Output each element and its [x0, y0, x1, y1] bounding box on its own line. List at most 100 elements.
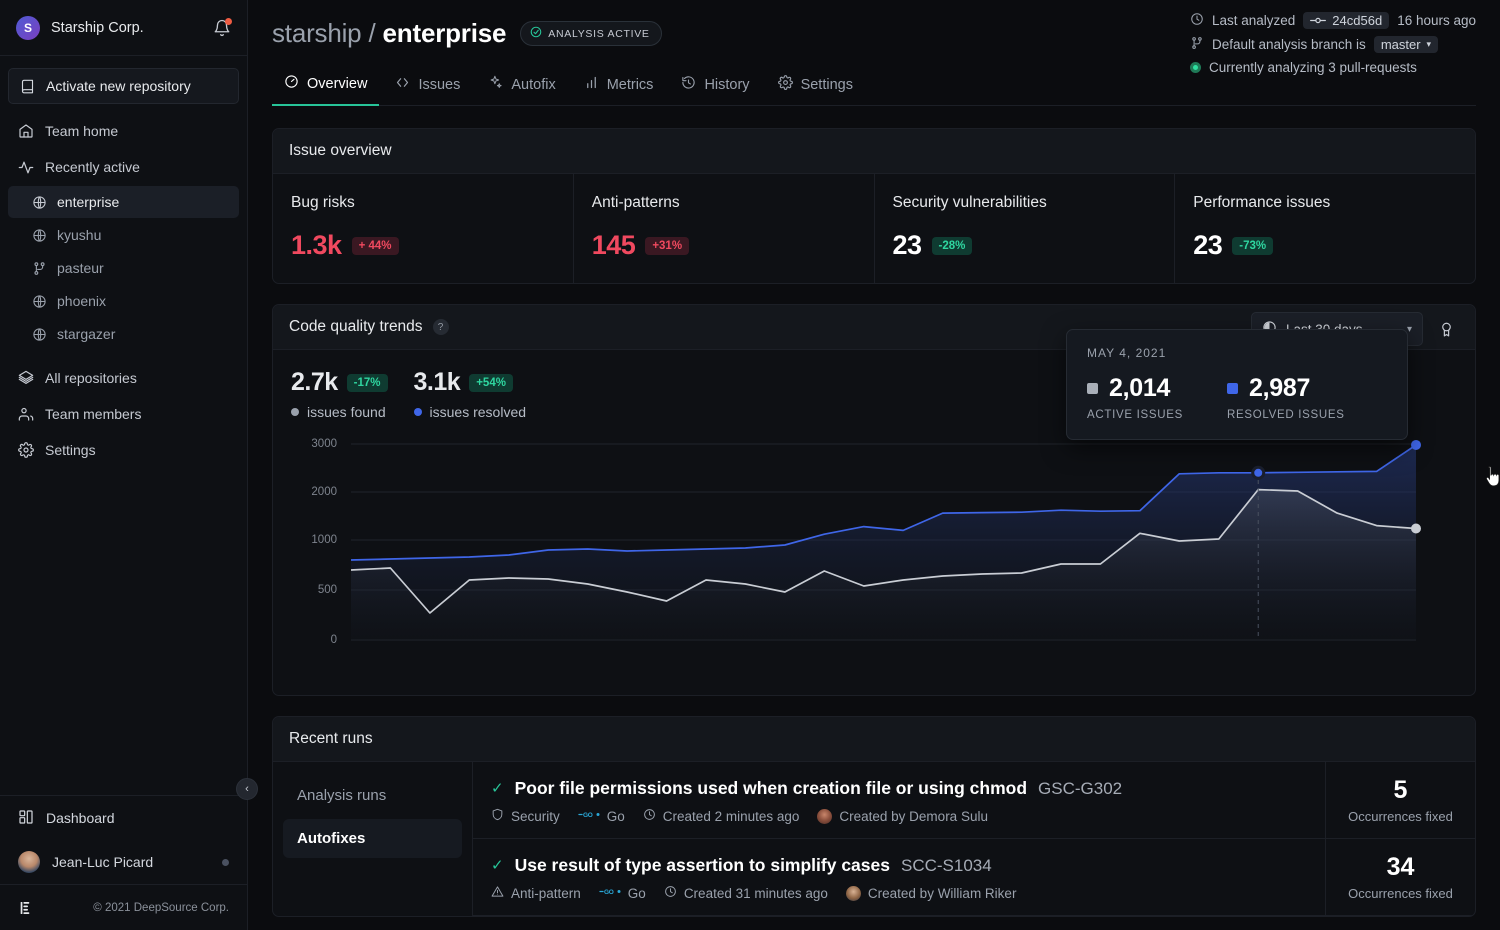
- run-category-label: Anti-pattern: [511, 886, 581, 901]
- clock-icon: [1190, 12, 1204, 29]
- stat-delta-badge: +31%: [645, 237, 689, 255]
- main-content: starship / enterprise ANALYSIS ACTIVE Ov…: [248, 0, 1500, 930]
- user-name: Jean-Luc Picard: [52, 854, 153, 870]
- sidebar-item-settings[interactable]: Settings: [8, 433, 239, 467]
- table-row[interactable]: ✓ Poor file permissions used when creati…: [473, 762, 1475, 839]
- tab-issues[interactable]: Issues: [383, 66, 472, 106]
- sidebar-item-user[interactable]: Jean-Luc Picard: [0, 840, 247, 884]
- sidebar-item-team-members[interactable]: Team members: [8, 397, 239, 431]
- table-row[interactable]: ✓ Use result of type assertion to simpli…: [473, 839, 1475, 916]
- recent-runs-title: Recent runs: [273, 717, 1475, 762]
- chevron-down-icon: ▾: [1427, 39, 1432, 50]
- issue-overview-card: Issue overview Bug risks 1.3k + 44% Anti…: [272, 128, 1476, 284]
- tab-history[interactable]: History: [669, 66, 761, 106]
- run-main: ✓ Poor file permissions used when creati…: [473, 762, 1325, 838]
- stat-bug-risks[interactable]: Bug risks 1.3k + 44%: [273, 174, 574, 283]
- legend-number: 2.7k: [291, 368, 338, 397]
- sidebar-collapse-button[interactable]: ‹: [236, 778, 258, 800]
- deepsource-logo-icon: [18, 900, 34, 916]
- sidebar-item-kyushu[interactable]: kyushu: [8, 219, 239, 251]
- gear-icon: [778, 75, 793, 94]
- sidebar-item-enterprise[interactable]: enterprise: [8, 186, 239, 218]
- clock-icon: [643, 808, 656, 824]
- page-title: starship / enterprise: [272, 18, 506, 49]
- run-meta: Anti-pattern GO Go: [491, 885, 1307, 901]
- sidebar-item-label: enterprise: [57, 194, 119, 210]
- code-quality-trends-card: Code quality trends ? Last 30 days ▾: [272, 304, 1476, 696]
- stat-anti-patterns[interactable]: Anti-patterns 145 +31%: [574, 174, 875, 283]
- check-icon: ✓: [491, 779, 504, 797]
- legend-label: issues found: [307, 404, 386, 420]
- run-tab-autofixes[interactable]: Autofixes: [283, 819, 462, 858]
- run-author-label: Created by William Riker: [868, 886, 1017, 901]
- chart-body: 2.7k -17% issues found 3.1k +54%: [273, 350, 1475, 695]
- stat-performance-issues[interactable]: Performance issues 23 -73%: [1175, 174, 1475, 283]
- stat-number: 23: [893, 230, 922, 261]
- award-ribbon-icon[interactable]: [1431, 313, 1461, 345]
- layers-icon: [18, 370, 34, 386]
- sidebar-group-recently-active[interactable]: Recently active: [8, 150, 239, 184]
- tab-label: Settings: [801, 77, 853, 93]
- stat-label: Security vulnerabilities: [893, 194, 1157, 212]
- stat-value: 23 -73%: [1193, 230, 1457, 261]
- run-created-label: Created 2 minutes ago: [663, 809, 800, 824]
- occurrences-label: Occurrences fixed: [1348, 886, 1453, 901]
- stat-security-vulnerabilities[interactable]: Security vulnerabilities 23 -28%: [875, 174, 1176, 283]
- run-occurrences: 5 Occurrences fixed: [1325, 762, 1475, 838]
- repo-name: enterprise: [383, 18, 507, 48]
- go-gopher-icon: GO: [578, 809, 600, 823]
- sidebar-item-stargazer[interactable]: stargazer: [8, 318, 239, 350]
- globe-icon: [32, 228, 47, 243]
- run-title: Use result of type assertion to simplify…: [515, 855, 890, 876]
- tooltip-value-row: 2,014: [1087, 374, 1183, 403]
- sidebar-item-label: stargazer: [57, 326, 115, 342]
- sidebar-item-pasteur[interactable]: pasteur: [8, 252, 239, 284]
- tab-settings[interactable]: Settings: [766, 66, 865, 106]
- tooltip-swatch-blue: [1227, 383, 1238, 394]
- recent-runs-body: Analysis runs Autofixes ✓ Poor file perm…: [273, 762, 1475, 916]
- stat-delta-badge: + 44%: [352, 237, 399, 255]
- avatar: [18, 851, 40, 873]
- chevron-down-icon: ▾: [1407, 324, 1412, 335]
- sidebar-item-all-repositories[interactable]: All repositories: [8, 361, 239, 395]
- sidebar-item-dashboard[interactable]: Dashboard: [0, 796, 247, 840]
- legend-delta-badge: +54%: [469, 374, 513, 392]
- meta-branch: Default analysis branch is master ▾: [1190, 36, 1438, 53]
- legend-label-row: issues resolved: [414, 404, 527, 420]
- gauge-icon: [284, 74, 299, 93]
- run-created: Created 31 minutes ago: [664, 885, 828, 901]
- tab-autofix[interactable]: Autofix: [476, 66, 567, 106]
- legend-number: 3.1k: [414, 368, 461, 397]
- y-axis-tick: 2000: [291, 486, 337, 498]
- run-tab-analysis-runs[interactable]: Analysis runs: [283, 776, 462, 815]
- commit-chip[interactable]: 24cd56d: [1303, 12, 1389, 29]
- book-icon: [19, 78, 35, 94]
- y-axis-tick: 500: [291, 584, 337, 596]
- sidebar-item-team-home[interactable]: Team home: [8, 114, 239, 148]
- sidebar-item-label: Team members: [45, 406, 141, 422]
- tab-overview[interactable]: Overview: [272, 66, 379, 106]
- run-title-row: ✓ Poor file permissions used when creati…: [491, 778, 1307, 799]
- tooltip-value-row: 2,987: [1227, 374, 1345, 403]
- page-header: starship / enterprise ANALYSIS ACTIVE Ov…: [248, 0, 1500, 106]
- notification-bell-icon[interactable]: [213, 19, 231, 37]
- sidebar-item-phoenix[interactable]: phoenix: [8, 285, 239, 317]
- sidebar-group-label: Recently active: [45, 159, 140, 175]
- go-gopher-icon: GO: [599, 886, 621, 900]
- run-title-row: ✓ Use result of type assertion to simpli…: [491, 855, 1307, 876]
- stat-label: Performance issues: [1193, 194, 1457, 212]
- branch-select[interactable]: master ▾: [1374, 36, 1438, 53]
- occurrences-label: Occurrences fixed: [1348, 809, 1453, 824]
- sidebar-item-label: Team home: [45, 123, 118, 139]
- trends-plot[interactable]: 0500100020003000 JanFebMarAprMayJun: [291, 432, 1457, 687]
- help-icon[interactable]: ?: [433, 319, 449, 335]
- repo-owner[interactable]: starship: [272, 18, 361, 48]
- tab-metrics[interactable]: Metrics: [572, 66, 666, 106]
- stat-label: Bug risks: [291, 194, 555, 212]
- home-icon: [18, 123, 34, 139]
- sidebar-item-label: pasteur: [57, 260, 104, 276]
- sidebar-item-activate-new-repository[interactable]: Activate new repository: [8, 68, 239, 104]
- tooltip-resolved-issues: 2,987 RESOLVED ISSUES: [1227, 374, 1345, 421]
- org-header[interactable]: S Starship Corp.: [0, 0, 247, 56]
- avatar: [817, 809, 832, 824]
